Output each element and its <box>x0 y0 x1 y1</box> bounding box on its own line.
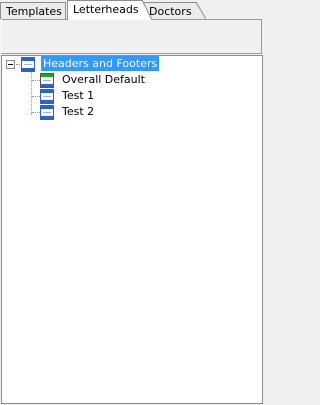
tab-edge <box>142 0 152 20</box>
toolbar-panel <box>1 19 262 54</box>
collapse-icon[interactable] <box>6 60 15 69</box>
tab-edge <box>196 2 206 19</box>
tab-templates[interactable]: Templates <box>0 2 66 19</box>
tab-templates-label: Templates <box>6 5 62 18</box>
tab-doctors-label: Doctors <box>149 5 192 18</box>
letterhead-icon <box>40 89 54 104</box>
tab-letterheads[interactable]: Letterheads <box>67 0 152 20</box>
tree-node-overall-default[interactable]: Overall Default <box>40 72 190 88</box>
tree-connector <box>32 112 40 113</box>
header-footer-icon <box>21 57 35 72</box>
letterhead-icon <box>40 105 54 120</box>
tree-node-test-1[interactable]: Test 1 <box>40 88 190 104</box>
tree-connector <box>31 71 32 115</box>
tree-connector <box>32 96 40 97</box>
tree-node-label: Headers and Footers <box>41 56 160 71</box>
default-letterhead-icon <box>40 73 54 88</box>
tab-letterheads-label: Letterheads <box>73 3 139 16</box>
tree-node-test-2[interactable]: Test 2 <box>40 104 190 120</box>
tab-strip: Templates Letterheads Doctors <box>0 0 264 20</box>
tree-node-root[interactable]: Headers and Footers <box>21 56 221 72</box>
tree-node-label: Test 2 <box>62 105 95 118</box>
tree-connector <box>32 80 40 81</box>
tree-node-label: Test 1 <box>62 89 95 102</box>
tree-node-label: Overall Default <box>62 73 145 86</box>
